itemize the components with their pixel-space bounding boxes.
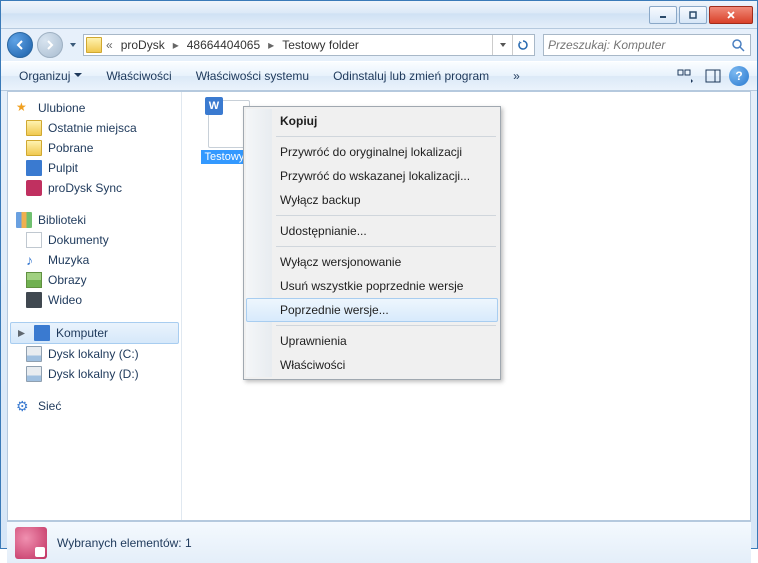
sidebar-label: Ulubione	[38, 101, 85, 115]
sidebar-item-disk-c[interactable]: Dysk lokalny (C:)	[8, 344, 181, 364]
cm-properties[interactable]: Właściwości	[246, 353, 498, 377]
folder-icon	[86, 37, 102, 53]
organize-button[interactable]: Organizuj	[9, 66, 92, 86]
address-bar[interactable]: « proDysk ▸ 48664404065 ▸ Testowy folder	[83, 34, 535, 56]
separator	[276, 325, 496, 326]
cm-sharing[interactable]: Udostępnianie...	[246, 219, 498, 243]
separator	[276, 246, 496, 247]
titlebar	[1, 1, 757, 29]
search-input[interactable]	[548, 38, 730, 52]
image-icon	[26, 272, 42, 288]
navbar: « proDysk ▸ 48664404065 ▸ Testowy folder	[1, 29, 757, 61]
cm-disable-versioning[interactable]: Wyłącz wersjonowanie	[246, 250, 498, 274]
sidebar-item-recent[interactable]: Ostatnie miejsca	[8, 118, 181, 138]
prodysk-icon	[26, 180, 42, 196]
disk-icon	[26, 346, 42, 362]
breadcrumb-seg[interactable]: proDysk	[117, 38, 169, 52]
libraries-icon	[16, 212, 32, 228]
minimize-button[interactable]	[649, 6, 677, 24]
selection-icon	[15, 527, 47, 559]
cm-previous-versions[interactable]: Poprzednie wersje...	[246, 298, 498, 322]
sidebar-item-documents[interactable]: Dokumenty	[8, 230, 181, 250]
chevron-right-icon[interactable]: ▸	[173, 38, 179, 52]
separator	[276, 136, 496, 137]
sidebar-computer-header[interactable]: Komputer	[10, 322, 179, 344]
monitor-icon	[26, 160, 42, 176]
sidebar: ★ Ulubione Ostatnie miejsca Pobrane Pulp…	[8, 92, 182, 520]
properties-button[interactable]: Właściwości	[96, 66, 181, 86]
sidebar-libraries-header[interactable]: Biblioteki	[8, 210, 181, 230]
sidebar-label: Biblioteki	[38, 213, 86, 227]
expand-icon[interactable]	[17, 329, 26, 338]
sidebar-favorites-header[interactable]: ★ Ulubione	[8, 98, 181, 118]
sidebar-item-disk-d[interactable]: Dysk lokalny (D:)	[8, 364, 181, 384]
sidebar-label: Komputer	[56, 326, 108, 340]
separator	[276, 215, 496, 216]
cm-restore-selected[interactable]: Przywróć do wskazanej lokalizacji...	[246, 164, 498, 188]
sidebar-item-downloads[interactable]: Pobrane	[8, 138, 181, 158]
breadcrumb-root-chevron[interactable]: «	[106, 38, 113, 52]
sidebar-item-videos[interactable]: Wideo	[8, 290, 181, 310]
folder-icon	[26, 140, 42, 156]
refresh-button[interactable]	[512, 35, 532, 55]
breadcrumb-seg[interactable]: Testowy folder	[278, 38, 363, 52]
network-icon: ⚙	[16, 398, 32, 414]
sidebar-item-music[interactable]: ♪Muzyka	[8, 250, 181, 270]
address-dropdown[interactable]	[492, 35, 512, 55]
system-properties-button[interactable]: Właściwości systemu	[186, 66, 319, 86]
cm-restore-original[interactable]: Przywróć do oryginalnej lokalizacji	[246, 140, 498, 164]
sidebar-item-desktop[interactable]: Pulpit	[8, 158, 181, 178]
sidebar-item-pictures[interactable]: Obrazy	[8, 270, 181, 290]
search-icon	[730, 37, 746, 53]
folder-icon	[26, 120, 42, 136]
back-button[interactable]	[7, 32, 33, 58]
document-icon	[26, 232, 42, 248]
cm-delete-versions[interactable]: Usuń wszystkie poprzednie wersje	[246, 274, 498, 298]
help-button[interactable]: ?	[729, 66, 749, 86]
view-options-button[interactable]	[673, 65, 697, 87]
cm-copy[interactable]: Kopiuj	[246, 109, 498, 133]
music-icon: ♪	[26, 252, 42, 268]
forward-button[interactable]	[37, 32, 63, 58]
uninstall-button[interactable]: Odinstaluj lub zmień program	[323, 66, 499, 86]
sidebar-network-header[interactable]: ⚙ Sieć	[8, 396, 181, 416]
search-box[interactable]	[543, 34, 751, 56]
cm-permissions[interactable]: Uprawnienia	[246, 329, 498, 353]
nav-history-dropdown[interactable]	[67, 35, 79, 55]
statusbar: Wybranych elementów: 1	[7, 521, 751, 563]
breadcrumb-seg[interactable]: 48664404065	[183, 38, 264, 52]
explorer-window: « proDysk ▸ 48664404065 ▸ Testowy folder…	[0, 0, 758, 549]
status-text: Wybranych elementów: 1	[57, 536, 192, 550]
disk-icon	[26, 366, 42, 382]
context-menu: Kopiuj Przywróć do oryginalnej lokalizac…	[243, 106, 501, 380]
close-button[interactable]	[709, 6, 753, 24]
chevron-right-icon[interactable]: ▸	[268, 38, 274, 52]
cm-disable-backup[interactable]: Wyłącz backup	[246, 188, 498, 212]
preview-pane-button[interactable]	[701, 65, 725, 87]
maximize-button[interactable]	[679, 6, 707, 24]
toolbar-overflow[interactable]: »	[503, 66, 530, 86]
toolbar: Organizuj Właściwości Właściwości system…	[1, 61, 757, 91]
video-icon	[26, 292, 42, 308]
sidebar-label: Sieć	[38, 399, 61, 413]
star-icon: ★	[16, 100, 32, 116]
computer-icon	[34, 325, 50, 341]
sidebar-item-prodysk[interactable]: proDysk Sync	[8, 178, 181, 198]
